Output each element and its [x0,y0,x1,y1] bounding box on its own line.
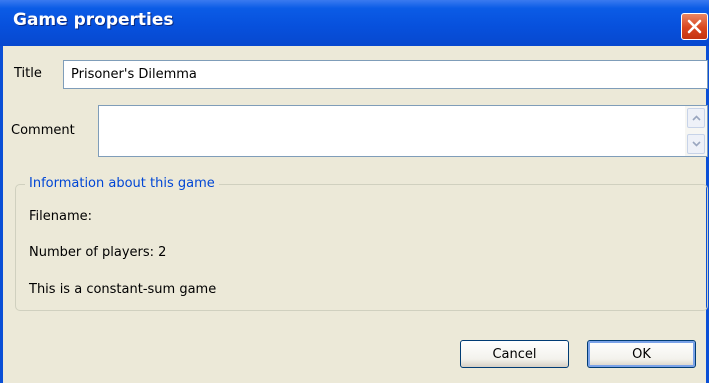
title-bar[interactable]: Game properties [0,0,709,46]
scroll-down-button[interactable] [687,134,705,154]
dialog-body: Title Comment Information about this gam… [3,46,708,383]
group-legend: Information about this game [25,176,219,191]
cancel-button[interactable]: Cancel [460,340,569,368]
comment-scrollbar[interactable] [685,106,707,156]
comment-field[interactable] [98,105,708,157]
filename-text: Filename: [29,209,93,224]
comment-textarea[interactable] [99,106,685,156]
scroll-up-button[interactable] [687,108,705,128]
title-label: Title [14,66,42,81]
close-icon [687,19,702,34]
game-info-group: Information about this game Filename: Nu… [15,176,708,311]
game-properties-dialog: Game properties Title Comment [0,0,709,383]
players-text: Number of players: 2 [29,245,167,260]
dialog-title: Game properties [13,10,174,30]
title-input[interactable] [63,60,708,89]
chevron-down-icon [692,141,701,147]
close-button[interactable] [681,13,708,40]
ok-button[interactable]: OK [587,340,696,368]
chevron-up-icon [692,115,701,121]
comment-label: Comment [11,123,75,138]
constant-sum-text: This is a constant-sum game [29,282,217,297]
